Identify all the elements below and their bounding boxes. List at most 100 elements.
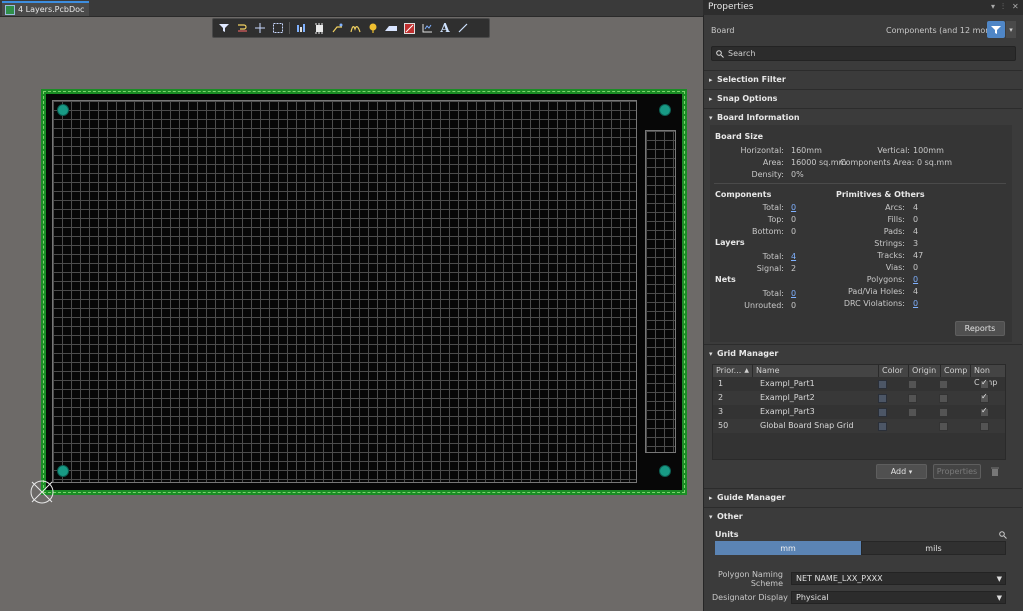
- cross-icon[interactable]: [253, 21, 267, 35]
- components-total-label: Total:: [762, 203, 784, 212]
- comp-checkbox[interactable]: [939, 422, 948, 431]
- filter-button[interactable]: [987, 21, 1005, 38]
- grid-color-swatch[interactable]: [878, 394, 887, 403]
- active-bar-toolbar: A: [212, 18, 490, 38]
- comp-checkbox[interactable]: [939, 394, 948, 403]
- primitive-label: Arcs:: [885, 203, 905, 212]
- document-tab[interactable]: 4 Layers.PcbDoc: [2, 1, 90, 16]
- column-comp[interactable]: Comp: [941, 365, 971, 377]
- chevron-down-icon: ▾: [908, 467, 913, 476]
- panel-close-icon[interactable]: ✕: [1012, 2, 1019, 11]
- fill-icon[interactable]: [384, 21, 398, 35]
- components-bottom-value: 0: [791, 227, 797, 236]
- filter-icon: [991, 25, 1001, 34]
- filter-summary[interactable]: Components (and 12 more): [886, 26, 996, 35]
- panel-pin-icon[interactable]: ⫶: [1002, 2, 1004, 12]
- pin-icon[interactable]: [366, 21, 380, 35]
- area-label: Area:: [762, 158, 784, 167]
- primitive-value: 4: [913, 227, 919, 236]
- column-priority[interactable]: Prior... ▲: [713, 365, 753, 377]
- align-icon[interactable]: [294, 21, 308, 35]
- mounting-hole-bottom-left[interactable]: [57, 465, 69, 477]
- vertical-value: 100mm: [913, 146, 944, 155]
- table-row[interactable]: 3 Exampl_Part3: [713, 405, 1005, 419]
- mounting-hole-top-right[interactable]: [659, 104, 671, 116]
- designator-display-select[interactable]: Physical ▼: [791, 591, 1006, 604]
- grid-color-swatch[interactable]: [878, 380, 887, 389]
- filter-icon[interactable]: [217, 21, 231, 35]
- components-area-label: Components Area:: [840, 158, 915, 167]
- primitive-value-link[interactable]: 0: [913, 299, 918, 308]
- designator-display-label: Designator Display: [712, 593, 788, 602]
- mounting-hole-bottom-right[interactable]: [659, 465, 671, 477]
- add-button[interactable]: Add ▾: [876, 464, 927, 479]
- origin-checkbox[interactable]: [908, 380, 917, 389]
- noncomp-checkbox[interactable]: [980, 406, 989, 417]
- noncomp-checkbox[interactable]: [980, 422, 989, 431]
- units-mils-toggle[interactable]: mils: [861, 541, 1006, 555]
- reports-button[interactable]: Reports: [955, 321, 1005, 336]
- layers-total-link[interactable]: 4: [791, 252, 796, 261]
- panel-menu-icon[interactable]: ▾: [991, 2, 995, 11]
- primitive-value-link[interactable]: 0: [913, 275, 918, 284]
- nets-total-link[interactable]: 0: [791, 289, 796, 298]
- mounting-hole-top-left[interactable]: [57, 104, 69, 116]
- polygon-naming-select[interactable]: NET NAME_LXX_PXXX ▼: [791, 572, 1006, 585]
- section-snap-options[interactable]: ▸ Snap Options: [709, 94, 777, 103]
- region-icon[interactable]: [402, 21, 416, 35]
- units-mm-toggle[interactable]: mm: [715, 541, 861, 555]
- primitives-heading: Primitives & Others: [836, 190, 925, 199]
- scope-label: Board: [711, 26, 735, 35]
- components-area-value: 0 sq.mm: [917, 158, 953, 167]
- nets-total-label: Total:: [762, 289, 784, 298]
- grid-color-swatch[interactable]: [878, 422, 887, 431]
- divider: [704, 507, 1022, 508]
- document-tab-bar: 4 Layers.PcbDoc: [0, 0, 703, 17]
- table-row[interactable]: 1 Exampl_Part1: [713, 377, 1005, 391]
- components-total-link[interactable]: 0: [791, 203, 796, 212]
- vertical-label: Vertical:: [877, 146, 910, 155]
- search-input[interactable]: Search: [711, 46, 1016, 61]
- component-icon[interactable]: [312, 21, 326, 35]
- column-origin[interactable]: Origin: [909, 365, 941, 377]
- grid-row-priority: 1: [718, 379, 724, 388]
- table-row[interactable]: 50 Global Board Snap Grid: [713, 419, 1005, 433]
- grid-row-name: Exampl_Part1: [760, 379, 815, 388]
- comp-checkbox[interactable]: [939, 380, 948, 389]
- grid-row-priority: 50: [718, 421, 729, 430]
- components-heading: Components: [715, 190, 772, 199]
- origin-checkbox[interactable]: [908, 394, 917, 403]
- grid-region-side: [645, 130, 676, 453]
- text-icon[interactable]: A: [438, 21, 452, 35]
- select-rect-icon[interactable]: [271, 21, 285, 35]
- wire-icon[interactable]: [330, 21, 344, 35]
- section-selection-filter[interactable]: ▸ Selection Filter: [709, 75, 786, 84]
- section-grid-manager[interactable]: ▾ Grid Manager: [709, 349, 778, 358]
- dimension-icon[interactable]: [420, 21, 434, 35]
- grid-color-swatch[interactable]: [878, 408, 887, 417]
- nets-unrouted-label: Unrouted:: [744, 301, 784, 310]
- arc-icon[interactable]: [348, 21, 362, 35]
- primitive-label: Polygons:: [866, 275, 905, 284]
- table-row[interactable]: 2 Exampl_Part2: [713, 391, 1005, 405]
- column-name[interactable]: Name: [753, 365, 879, 377]
- origin-checkbox[interactable]: [908, 408, 917, 417]
- grid-row-name: Exampl_Part2: [760, 393, 815, 402]
- layers-signal-value: 2: [791, 264, 797, 273]
- column-color[interactable]: Color: [879, 365, 909, 377]
- trash-icon[interactable]: [990, 466, 1000, 476]
- route-icon[interactable]: [235, 21, 249, 35]
- section-board-information[interactable]: ▾ Board Information: [709, 113, 800, 122]
- column-noncomp[interactable]: Non Comp: [971, 365, 1005, 387]
- section-other[interactable]: ▾ Other: [709, 512, 743, 521]
- line-icon[interactable]: [456, 21, 470, 35]
- grid-properties-button[interactable]: Properties: [933, 464, 981, 479]
- comp-checkbox[interactable]: [939, 408, 948, 417]
- pcb-document-icon: [5, 4, 15, 15]
- section-guide-manager[interactable]: ▸ Guide Manager: [709, 493, 786, 502]
- noncomp-checkbox[interactable]: [980, 378, 989, 389]
- divider: [704, 344, 1022, 345]
- search-icon[interactable]: [999, 531, 1007, 539]
- noncomp-checkbox[interactable]: [980, 392, 989, 403]
- filter-dropdown-icon[interactable]: ▾: [1006, 21, 1016, 38]
